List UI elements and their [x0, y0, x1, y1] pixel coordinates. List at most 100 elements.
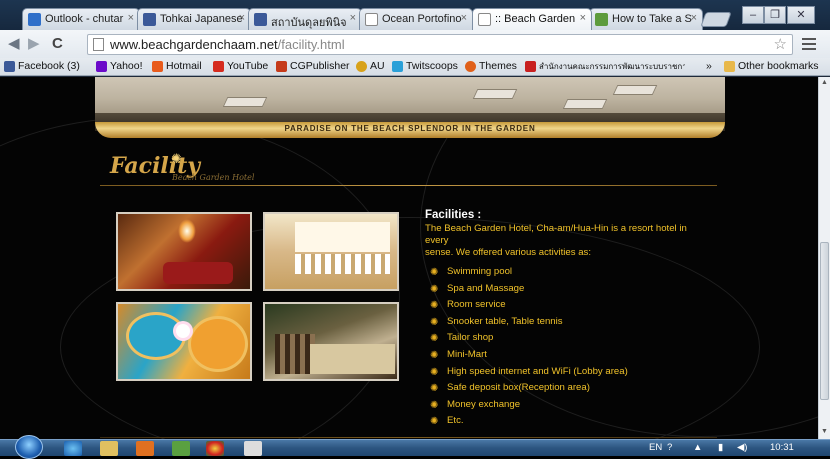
bookmark-facebook[interactable]: Facebook (3): [4, 60, 80, 73]
clock[interactable]: 10:31: [770, 441, 794, 455]
media-player-icon[interactable]: [136, 441, 154, 456]
bookmarks-overflow[interactable]: »: [706, 60, 712, 73]
maximize-button[interactable]: ❐: [764, 6, 786, 24]
thai-site-icon: [525, 61, 536, 72]
bookmark-thai-site[interactable]: สำนักงานคณะกรรมการพัฒนาระบบราชการ: [525, 60, 685, 73]
bookmark-label: YouTube: [227, 60, 269, 72]
bookmark-cgpublisher[interactable]: CGPublisher: [276, 60, 350, 73]
browser-window: Outlook - chutar × Tohkai Japanese × สถา…: [0, 0, 830, 459]
hotmail-icon: [152, 61, 163, 72]
list-item: ✺ Room service: [430, 298, 628, 315]
page-icon: [478, 13, 491, 26]
bookmarks-bar: Facebook (3) Yahoo! Hotmail YouTube CGPu…: [0, 58, 830, 76]
scroll-up-arrow-icon[interactable]: ▲: [821, 79, 828, 86]
facebook-icon: [143, 13, 156, 26]
tab-label: Outlook - chutar: [45, 13, 124, 25]
flower-bullet-icon: ✺: [430, 366, 439, 378]
bookmark-yahoo[interactable]: Yahoo!: [96, 60, 143, 73]
tab-tohkai[interactable]: Tohkai Japanese ×: [137, 8, 251, 30]
minimize-button[interactable]: –: [742, 6, 764, 24]
close-icon[interactable]: ×: [580, 12, 586, 24]
intro-line-2: sense. We offered various activities as:: [425, 247, 592, 258]
vertical-scrollbar[interactable]: ▲ ▼: [818, 77, 830, 439]
list-item: ✺ Etc.: [430, 414, 628, 431]
tab-thai-institute[interactable]: สถาบันดุลยพินิจ ×: [248, 8, 362, 30]
browser-toolbar: ◀ ▶ C www.beachgardenchaam.net/facility.…: [0, 30, 830, 58]
bookmark-label: Other bookmarks: [738, 60, 819, 72]
language-indicator[interactable]: EN: [649, 441, 662, 455]
list-item: ✺ Money exchange: [430, 398, 628, 415]
themes-icon: [465, 61, 476, 72]
chrome-icon[interactable]: [206, 441, 224, 456]
wikihow-icon: [595, 13, 608, 26]
flower-bullet-icon: ✺: [430, 316, 439, 328]
facebook-icon: [254, 13, 267, 26]
list-item: ✺ Safe deposit box(Reception area): [430, 381, 628, 398]
close-icon[interactable]: ×: [350, 12, 356, 24]
tab-wikihow[interactable]: How to Take a S ×: [589, 8, 703, 30]
scrollbar-thumb[interactable]: [820, 242, 829, 400]
facility-label: Mini-Mart: [447, 348, 487, 360]
tab-label: :: Beach Garden: [495, 13, 576, 25]
address-bar[interactable]: www.beachgardenchaam.net/facility.html ☆: [87, 34, 793, 55]
bookmark-twitscoops[interactable]: Twitscoops: [392, 60, 458, 73]
network-icon[interactable]: ▮: [718, 441, 723, 455]
facility-label: Etc.: [447, 415, 464, 427]
tab-beach-garden[interactable]: :: Beach Garden ×: [472, 8, 592, 30]
bookmark-star-icon[interactable]: ☆: [774, 35, 787, 54]
close-window-button[interactable]: ✕: [787, 6, 815, 24]
bookmark-au[interactable]: AU: [356, 60, 385, 73]
scroll-down-arrow-icon[interactable]: ▼: [821, 428, 828, 435]
help-icon[interactable]: ?: [667, 441, 672, 455]
volume-icon[interactable]: ◀): [737, 441, 747, 455]
app-icon[interactable]: [172, 441, 190, 456]
other-bookmarks[interactable]: Other bookmarks: [724, 60, 819, 73]
list-item: ✺ Spa and Massage: [430, 282, 628, 299]
bookmark-label: Themes: [479, 60, 517, 72]
back-arrow-icon[interactable]: ◀: [8, 35, 20, 53]
start-button[interactable]: [15, 435, 43, 459]
list-item: ✺ Tailor shop: [430, 331, 628, 348]
flower-bullet-icon: ✺: [430, 283, 439, 295]
tray-expand-icon[interactable]: ▲: [693, 441, 702, 455]
close-icon[interactable]: ×: [239, 12, 245, 24]
tab-label: Tohkai Japanese: [160, 13, 243, 25]
tab-strip: Outlook - chutar × Tohkai Japanese × สถา…: [0, 0, 830, 30]
close-icon[interactable]: ×: [691, 12, 697, 24]
section-subtitle: Beach Garden Hotel: [172, 173, 255, 182]
flower-bullet-icon: ✺: [430, 300, 439, 312]
internet-explorer-icon[interactable]: [64, 441, 82, 456]
tab-label: Ocean Portofino: [382, 13, 462, 25]
app-window-icon[interactable]: [244, 441, 262, 456]
facility-label: Swimming pool: [447, 266, 513, 277]
tab-ocean-portofino[interactable]: Ocean Portofino ×: [359, 8, 473, 30]
banner-tagline: PARADISE ON THE BEACH SPLENDOR IN THE GA…: [284, 124, 536, 133]
facility-label: Tailor shop: [447, 332, 494, 344]
facilities-description: Facilities : The Beach Garden Hotel, Cha…: [425, 209, 705, 259]
facilities-heading: Facilities :: [425, 209, 482, 221]
reload-icon[interactable]: C: [52, 35, 63, 53]
new-tab-button[interactable]: [700, 12, 732, 27]
list-item: ✺ Swimming pool: [430, 265, 628, 282]
folder-icon: [724, 61, 735, 72]
lobby-lounge-photo: [116, 212, 252, 291]
bar-restaurant-photo: [263, 302, 399, 381]
menu-icon[interactable]: [802, 38, 816, 50]
close-icon[interactable]: ×: [461, 12, 467, 24]
close-icon[interactable]: ×: [128, 12, 134, 24]
flower-bullet-icon: ✺: [430, 383, 439, 395]
bookmark-youtube[interactable]: YouTube: [213, 60, 268, 73]
bookmark-themes[interactable]: Themes: [465, 60, 517, 73]
forward-arrow-icon[interactable]: ▶: [28, 35, 40, 53]
outlook-icon: [28, 13, 41, 26]
folder-icon[interactable]: [100, 441, 118, 456]
bookmark-label: Twitscoops: [406, 60, 458, 72]
facility-label: Room service: [447, 299, 506, 311]
youtube-icon: [213, 61, 224, 72]
tab-outlook[interactable]: Outlook - chutar ×: [22, 8, 140, 30]
flower-bullet-icon: ✺: [430, 399, 439, 411]
windows-taskbar: EN ? ▲ ▮ ◀) 10:31: [0, 435, 830, 459]
facility-label: Safe deposit box(Reception area): [447, 382, 590, 394]
facebook-icon: [4, 61, 15, 72]
bookmark-hotmail[interactable]: Hotmail: [152, 60, 202, 73]
